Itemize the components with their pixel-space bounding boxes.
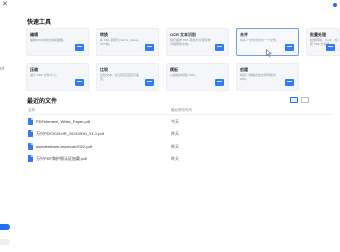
file-name: wondershare-brochure2022.pdf xyxy=(36,144,92,149)
convert-icon xyxy=(145,44,154,51)
merge-icon xyxy=(285,44,294,51)
tool-desc: 将另一种格式的文件转换为 PDF。 xyxy=(240,73,277,81)
tool-card-compress[interactable]: 压缩 减少 PDF 文件大小。 xyxy=(26,63,89,91)
pdf-file-icon xyxy=(28,155,33,162)
pdf-file-icon xyxy=(28,118,33,125)
quick-tools-title: 快速工具 xyxy=(27,20,52,26)
tool-card-ocr[interactable]: OCR 文本识别 将扫描的 PDF 转换为可搜索或可编辑的文档。 xyxy=(166,28,229,56)
file-row[interactable]: PDFelement_White_Paper.pdf 今天 xyxy=(26,117,332,128)
tool-name: 编辑 xyxy=(30,32,38,37)
close-icon[interactable]: ✕ xyxy=(2,1,8,8)
template-icon xyxy=(215,79,224,86)
sidebar: ✕ ol xyxy=(0,0,13,252)
grid-view-icon[interactable] xyxy=(301,97,309,103)
pdf-file-icon xyxy=(28,143,33,150)
sidebar-item-label[interactable]: ol xyxy=(0,66,4,72)
file-name: 万兴PDF2021HR_20210930_V1.1.pdf xyxy=(36,131,104,136)
ocr-icon xyxy=(215,44,224,51)
sidebar-bottom-button[interactable] xyxy=(0,239,10,245)
mouse-cursor-icon xyxy=(266,49,272,57)
header-divider xyxy=(26,114,332,115)
create-icon xyxy=(285,79,294,86)
file-row[interactable]: 万兴PDF和护照认证加载.pdf 昨天 xyxy=(26,154,332,165)
tool-name: OCR 文本识别 xyxy=(170,32,196,37)
file-name: PDFelement_White_Paper.pdf xyxy=(36,119,91,124)
file-name: 万兴PDF和护照认证加载.pdf xyxy=(36,156,87,161)
list-view-icon[interactable] xyxy=(290,97,298,103)
tool-name: 合并 xyxy=(240,32,248,37)
compress-icon xyxy=(75,79,84,86)
tool-desc: 比较文本、标记和高亮显示差异。 xyxy=(100,73,140,81)
file-time: 今天 xyxy=(171,119,179,124)
file-time: 昨天 xyxy=(171,131,179,136)
tool-card-template[interactable]: 模板 从模板中创建 PDF。 xyxy=(166,63,229,91)
tool-desc: 从模板中创建 PDF。 xyxy=(170,73,198,77)
tool-card-batch[interactable]: 批量处理 批量转换、OCR、加密 PDF 文件等。 xyxy=(306,28,340,56)
tool-name: 创建 xyxy=(240,67,248,72)
tool-card-create[interactable]: 创建 将另一种格式的文件转换为 PDF。 xyxy=(236,63,299,91)
tool-name: 批量处理 xyxy=(310,32,326,37)
tool-name: 模板 xyxy=(170,67,178,72)
tool-desc: 将多个文件合并为一个文件。 xyxy=(240,38,280,42)
tool-card-edit[interactable]: 编辑 编辑PDF中的文本和图像。 xyxy=(26,28,89,56)
recent-files-title: 最近的文件 xyxy=(27,99,58,105)
column-header-name[interactable]: 名称 xyxy=(28,108,35,113)
tool-name: 转换 xyxy=(100,32,108,37)
file-row[interactable]: wondershare-brochure2022.pdf 昨天 xyxy=(26,142,332,153)
tool-desc: 将 PDF 转换为 Word、Excel、PPT等。 xyxy=(100,38,141,46)
notification-dot-icon[interactable] xyxy=(333,3,337,7)
tool-card-compare[interactable]: 比较 比较文本、标记和高亮显示差异。 xyxy=(96,63,159,91)
compare-icon xyxy=(145,79,154,86)
batch-icon xyxy=(326,44,335,51)
pdf-file-icon xyxy=(28,130,33,137)
edit-icon xyxy=(75,44,84,51)
sidebar-active-button[interactable] xyxy=(0,224,10,230)
column-header-time[interactable]: 最后修改时间 xyxy=(171,108,192,113)
tool-name: 压缩 xyxy=(30,67,38,72)
tool-name: 比较 xyxy=(100,67,108,72)
app-window: ✕ ol 快速工具 编辑 编辑PDF中的文本和图像。 转换 将 PDF 转换为 … xyxy=(0,0,340,252)
tool-card-convert[interactable]: 转换 将 PDF 转换为 Word、Excel、PPT等。 xyxy=(96,28,159,56)
tool-desc: 编辑PDF中的文本和图像。 xyxy=(30,38,67,42)
file-row[interactable]: 万兴PDF2021HR_20210930_V1.1.pdf 昨天 xyxy=(26,129,332,140)
file-time: 昨天 xyxy=(171,156,179,161)
file-time: 昨天 xyxy=(171,144,179,149)
tool-desc: 减少 PDF 文件大小。 xyxy=(30,73,59,77)
tool-desc: 将扫描的 PDF 转换为可搜索或可编辑的文档。 xyxy=(170,38,211,46)
